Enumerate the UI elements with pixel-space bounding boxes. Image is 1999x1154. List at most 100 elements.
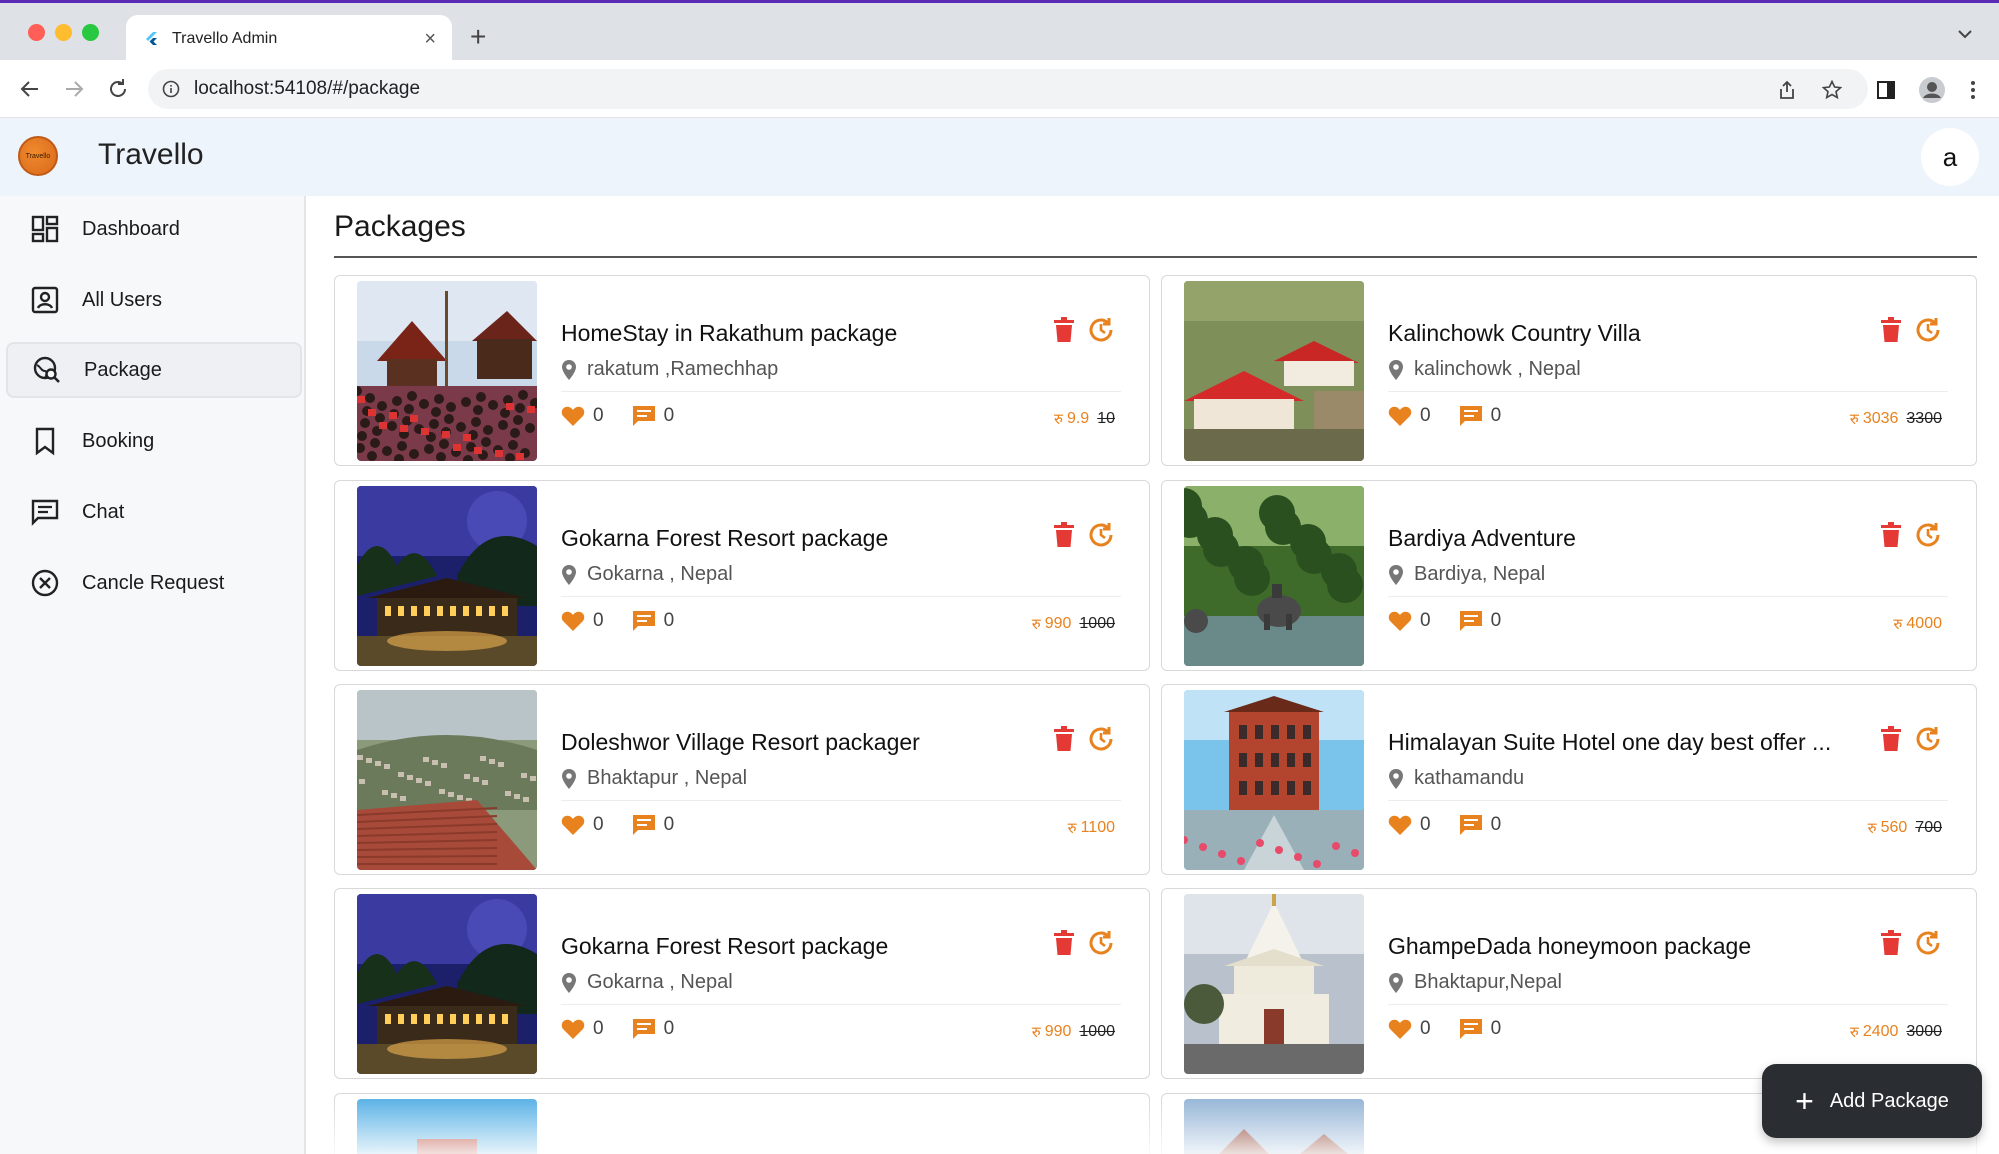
heart-icon[interactable] xyxy=(561,814,585,836)
likes-count: 0 xyxy=(593,610,604,631)
price-original: 10 xyxy=(1097,410,1115,427)
comment-icon[interactable] xyxy=(1459,814,1483,836)
heart-icon[interactable] xyxy=(561,610,585,632)
location-text: rakatum ,Ramechhap xyxy=(587,358,779,380)
new-tab-button[interactable]: + xyxy=(470,23,486,51)
package-card[interactable]: Gokarna Forest Resort package Gokarna , … xyxy=(334,888,1150,1079)
browser-toolbar: localhost:54108/#/package xyxy=(0,60,1999,118)
package-title[interactable]: Himalayan Suite Hotel one day best offer… xyxy=(1388,729,1908,756)
update-icon[interactable] xyxy=(1914,929,1942,957)
comment-icon[interactable] xyxy=(632,610,656,632)
delete-icon[interactable] xyxy=(1053,726,1075,752)
tab-close-icon[interactable]: × xyxy=(424,29,436,49)
sidebar-item-cancle-request[interactable]: Cancle Request xyxy=(6,555,302,611)
package-title[interactable]: Gokarna Forest Resort package xyxy=(561,525,1081,552)
bookmark-star-icon[interactable] xyxy=(1822,80,1842,100)
card-divider xyxy=(1388,596,1948,597)
delete-icon[interactable] xyxy=(1880,930,1902,956)
card-divider xyxy=(561,1004,1121,1005)
package-title[interactable]: Bardiya Adventure xyxy=(1388,525,1908,552)
package-image xyxy=(357,486,537,666)
plus-icon: + xyxy=(1795,1083,1814,1119)
price-original: 3300 xyxy=(1906,410,1942,427)
package-stats: 0 0 xyxy=(561,1018,702,1040)
delete-icon[interactable] xyxy=(1880,726,1902,752)
comment-icon[interactable] xyxy=(1459,405,1483,427)
reload-icon[interactable] xyxy=(106,77,130,101)
comment-icon[interactable] xyxy=(632,1018,656,1040)
currency-symbol: रु xyxy=(1031,616,1041,633)
package-card[interactable]: Himalayan Suite Hotel one day best offer… xyxy=(1161,684,1977,875)
side-panel-icon[interactable] xyxy=(1876,80,1896,100)
location-text: Bardiya, Nepal xyxy=(1414,563,1546,585)
delete-icon[interactable] xyxy=(1053,930,1075,956)
package-image xyxy=(1184,281,1364,461)
title-divider xyxy=(334,256,1977,258)
currency-symbol: रु xyxy=(1031,1024,1041,1041)
browser-tab-bar: Travello Admin × + xyxy=(0,3,1999,63)
profile-icon[interactable] xyxy=(1918,76,1946,104)
package-title[interactable]: Doleshwor Village Resort packager xyxy=(561,729,1081,756)
user-avatar[interactable]: a xyxy=(1921,128,1979,186)
comment-icon[interactable] xyxy=(1459,1018,1483,1040)
package-card-partial[interactable] xyxy=(334,1093,1150,1154)
back-arrow-icon[interactable] xyxy=(18,77,42,101)
add-package-button[interactable]: + Add Package xyxy=(1762,1064,1982,1138)
delete-icon[interactable] xyxy=(1053,522,1075,548)
update-icon[interactable] xyxy=(1087,725,1115,753)
close-window-button[interactable] xyxy=(28,24,45,41)
minimize-window-button[interactable] xyxy=(55,24,72,41)
package-card[interactable]: Doleshwor Village Resort packager Bhakta… xyxy=(334,684,1150,875)
update-icon[interactable] xyxy=(1914,316,1942,344)
site-info-icon[interactable] xyxy=(162,80,180,98)
tab-search-chevron-icon[interactable] xyxy=(1957,29,1973,39)
update-icon[interactable] xyxy=(1087,521,1115,549)
sidebar-item-dashboard[interactable]: Dashboard xyxy=(6,201,302,257)
update-icon[interactable] xyxy=(1914,725,1942,753)
heart-icon[interactable] xyxy=(1388,405,1412,427)
package-title[interactable]: Gokarna Forest Resort package xyxy=(561,933,1081,960)
package-title[interactable]: Kalinchowk Country Villa xyxy=(1388,320,1908,347)
sidebar-item-label: Cancle Request xyxy=(82,571,225,594)
package-card[interactable]: HomeStay in Rakathum package rakatum ,Ra… xyxy=(334,275,1150,466)
heart-icon[interactable] xyxy=(1388,1018,1412,1040)
comment-icon[interactable] xyxy=(632,814,656,836)
package-card[interactable]: GhampeDada honeymoon package Bhaktapur,N… xyxy=(1161,888,1977,1079)
sidebar-item-all-users[interactable]: All Users xyxy=(6,272,302,328)
package-location: rakatum ,Ramechhap xyxy=(561,358,778,381)
package-card[interactable]: Gokarna Forest Resort package Gokarna , … xyxy=(334,480,1150,671)
update-icon[interactable] xyxy=(1087,316,1115,344)
update-icon[interactable] xyxy=(1087,929,1115,957)
sidebar-item-label: Dashboard xyxy=(82,217,180,240)
delete-icon[interactable] xyxy=(1880,317,1902,343)
package-location: Gokarna , Nepal xyxy=(561,971,733,994)
share-icon[interactable] xyxy=(1778,80,1796,100)
comment-icon[interactable] xyxy=(632,405,656,427)
package-card[interactable]: Bardiya Adventure Bardiya, Nepal 0 0 रु … xyxy=(1161,480,1977,671)
package-card[interactable]: Kalinchowk Country Villa kalinchowk , Ne… xyxy=(1161,275,1977,466)
package-stats: 0 0 xyxy=(561,814,702,836)
location-text: kalinchowk , Nepal xyxy=(1414,358,1581,380)
address-bar[interactable]: localhost:54108/#/package xyxy=(148,69,1868,109)
heart-icon[interactable] xyxy=(561,1018,585,1040)
package-image xyxy=(1184,486,1364,666)
sidebar-item-package[interactable]: Package xyxy=(6,342,302,398)
delete-icon[interactable] xyxy=(1880,522,1902,548)
forward-arrow-icon[interactable] xyxy=(62,77,86,101)
maximize-window-button[interactable] xyxy=(82,24,99,41)
comment-icon[interactable] xyxy=(1459,610,1483,632)
sidebar-item-booking[interactable]: Booking xyxy=(6,413,302,469)
update-icon[interactable] xyxy=(1914,521,1942,549)
package-title[interactable]: GhampeDada honeymoon package xyxy=(1388,933,1908,960)
sidebar-item-chat[interactable]: Chat xyxy=(6,484,302,540)
heart-icon[interactable] xyxy=(1388,610,1412,632)
browser-tab[interactable]: Travello Admin × xyxy=(126,15,452,63)
heart-icon[interactable] xyxy=(1388,814,1412,836)
delete-icon[interactable] xyxy=(1053,317,1075,343)
location-pin-icon xyxy=(562,564,576,585)
browser-menu-icon[interactable] xyxy=(1970,80,1976,100)
package-title[interactable]: HomeStay in Rakathum package xyxy=(561,320,1081,347)
package-price: रु 990 1000 xyxy=(1032,1022,1115,1042)
heart-icon[interactable] xyxy=(561,405,585,427)
package-image xyxy=(357,1099,537,1154)
